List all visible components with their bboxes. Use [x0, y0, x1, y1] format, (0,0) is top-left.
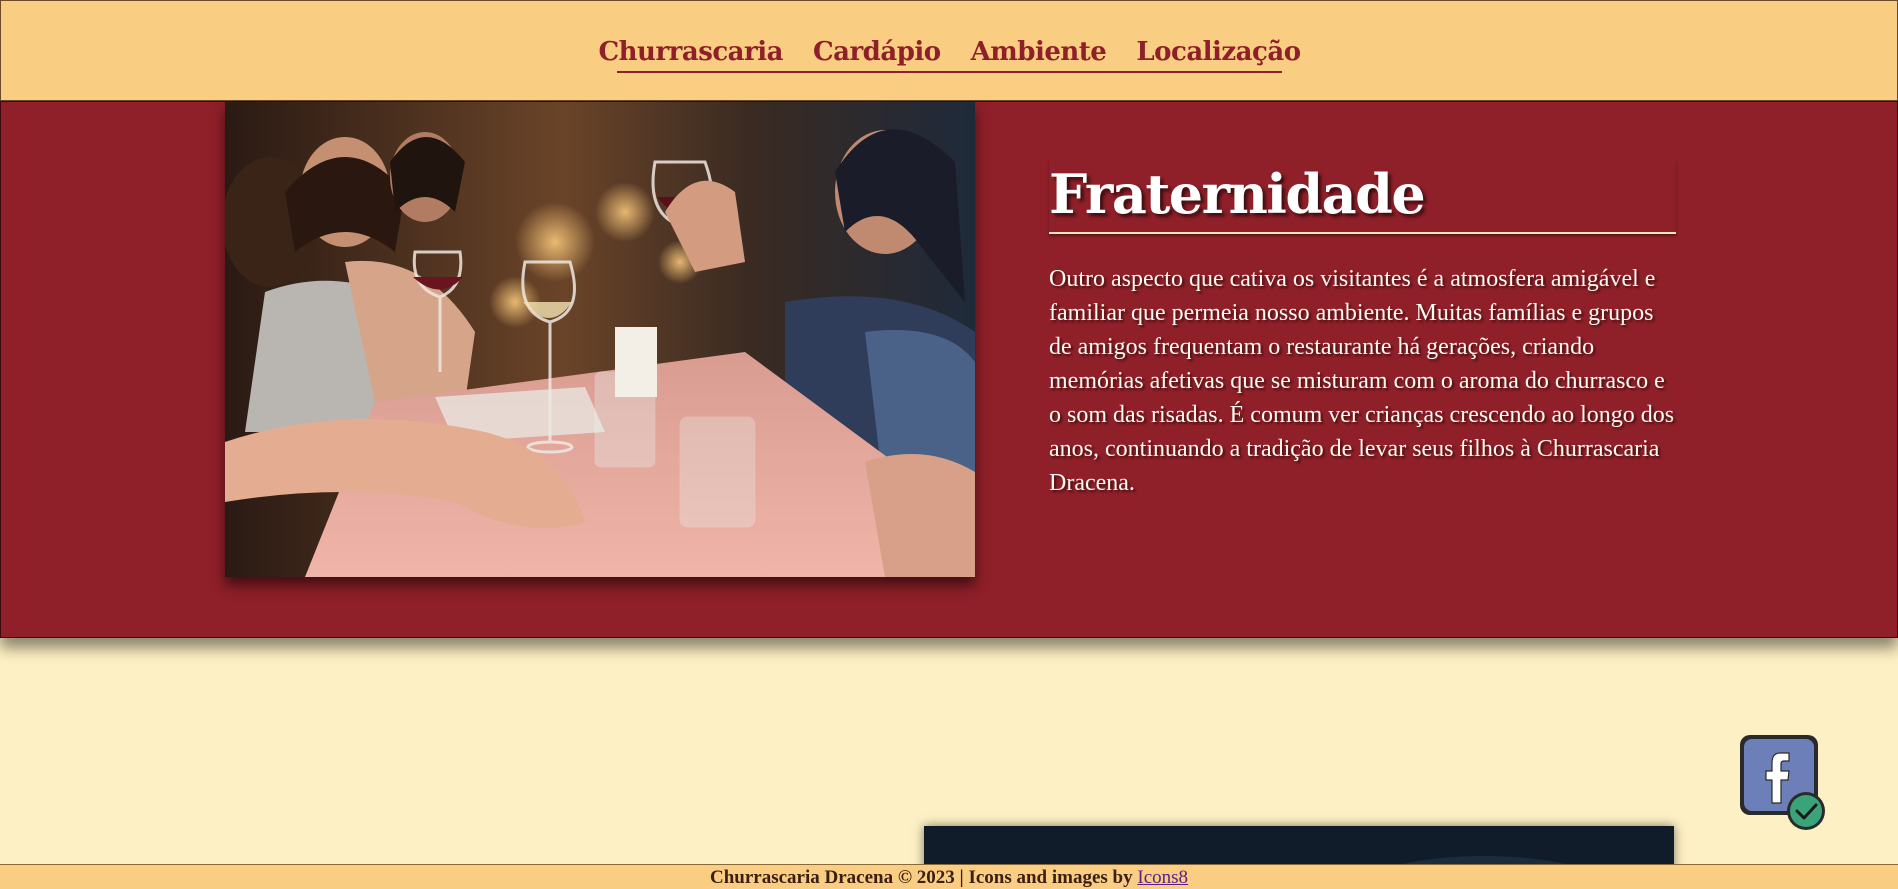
section-content: Fraternidade Outro aspecto que cativa os…	[1049, 160, 1676, 500]
nav-link-churrascaria[interactable]: Churrascaria	[598, 34, 783, 71]
site-footer: Churrascaria Dracena © 2023 | Icons and …	[0, 864, 1898, 889]
fraternidade-section: Fraternidade Outro aspecto que cativa os…	[0, 101, 1898, 638]
nav-link-localizacao[interactable]: Localização	[1136, 34, 1301, 71]
restaurant-friends-photo	[225, 102, 975, 577]
icons8-link[interactable]: Icons8	[1137, 867, 1188, 888]
nav-link-ambiente[interactable]: Ambiente	[971, 34, 1107, 71]
site-header: Churrascaria Cardápio Ambiente Localizaç…	[0, 0, 1898, 101]
facebook-link[interactable]	[1738, 733, 1826, 833]
footer-text: Churrascaria Dracena © 2023 | Icons and …	[709, 867, 1138, 888]
nav-link-cardapio[interactable]: Cardápio	[813, 34, 941, 71]
check-icon	[1787, 792, 1825, 830]
main-nav: Churrascaria Cardápio Ambiente Localizaç…	[598, 34, 1301, 73]
section-paragraph: Outro aspecto que cativa os visitantes é…	[1049, 266, 1675, 496]
section-title: Fraternidade	[1049, 160, 1676, 234]
page: Churrascaria Cardápio Ambiente Localizaç…	[0, 0, 1898, 889]
